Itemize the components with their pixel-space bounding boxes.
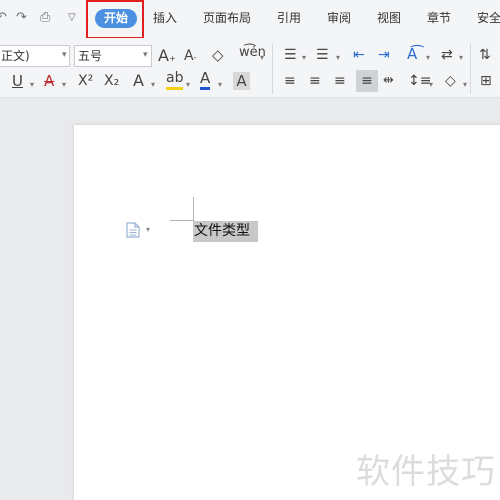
clear-format-button[interactable]: ◇: [212, 46, 224, 64]
paragraph-shading-icon[interactable]: ◇: [445, 72, 456, 90]
chevron-down-icon[interactable]: ▾: [143, 50, 148, 60]
numbered-list-icon[interactable]: ☰: [316, 46, 329, 64]
distributed-align-icon[interactable]: ⇹: [383, 72, 394, 90]
chinese-layout-icon[interactable]: A͡: [407, 45, 417, 63]
text-effect-button[interactable]: A: [133, 72, 144, 90]
char-shading-button[interactable]: A: [233, 72, 250, 90]
chevron-down-icon[interactable]: ▾: [146, 225, 150, 234]
redo-icon[interactable]: ↷: [16, 9, 27, 27]
strikethrough-button[interactable]: A: [44, 72, 54, 90]
wps-writer-window: ↶ ↷ ⎙ ▽ 开始 插入 页面布局 引用 审阅 视图 章节 安全 正文) ▾ …: [0, 0, 500, 500]
chevron-down-icon[interactable]: ▾: [218, 76, 222, 94]
align-right-icon[interactable]: ≡: [334, 72, 346, 90]
chevron-down-icon[interactable]: ▾: [62, 50, 67, 60]
menu-tab-bar: ↶ ↷ ⎙ ▽ 开始 插入 页面布局 引用 审阅 视图 章节 安全: [0, 0, 500, 39]
highlight-button[interactable]: ab: [166, 70, 184, 90]
align-justify-icon[interactable]: ≡: [356, 70, 378, 92]
chevron-down-icon[interactable]: ▾: [62, 76, 66, 94]
font-name-select[interactable]: 正文): [0, 45, 70, 67]
chevron-down-icon[interactable]: ▾: [260, 49, 264, 67]
margin-corner-mark: [170, 220, 194, 221]
decrease-indent-icon[interactable]: ⇤: [353, 46, 365, 64]
line-spacing-icon[interactable]: ↕≡: [408, 72, 431, 90]
align-center-icon[interactable]: ≡: [309, 72, 321, 90]
align-left-icon[interactable]: ≡: [284, 72, 296, 90]
chevron-down-icon[interactable]: ▾: [186, 76, 190, 94]
chevron-down-icon[interactable]: ▾: [151, 76, 155, 94]
chevron-down-icon[interactable]: ▾: [30, 76, 34, 94]
sort-icon[interactable]: ⇅: [479, 46, 491, 64]
font-color-button[interactable]: A: [200, 70, 211, 90]
tab-insert[interactable]: 插入: [153, 10, 177, 26]
watermark: 软件技巧: [356, 452, 496, 492]
chevron-down-icon[interactable]: ▾: [302, 49, 306, 67]
tab-references[interactable]: 引用: [277, 10, 301, 26]
undo-icon[interactable]: ↶: [0, 9, 7, 27]
tab-review[interactable]: 审阅: [327, 10, 351, 26]
chevron-down-icon[interactable]: ▾: [426, 49, 430, 67]
grow-font-button[interactable]: A+: [158, 47, 176, 68]
ribbon-divider: [470, 44, 471, 94]
tab-page-layout[interactable]: 页面布局: [203, 10, 251, 26]
chevron-down-icon[interactable]: ▾: [429, 76, 433, 94]
tab-chapter[interactable]: 章节: [427, 10, 451, 26]
document-icon[interactable]: [126, 222, 140, 238]
selected-text[interactable]: 文件类型: [193, 221, 258, 242]
chevron-down-icon[interactable]: ▾: [463, 76, 467, 94]
bullet-list-icon[interactable]: ☰: [284, 46, 297, 64]
chevron-down-icon[interactable]: ▾: [459, 49, 463, 67]
chevron-down-icon[interactable]: ▾: [336, 49, 340, 67]
chevron-down-icon[interactable]: ▽: [68, 9, 76, 27]
border-icon[interactable]: ⊞: [480, 72, 492, 90]
font-size-select[interactable]: 五号: [74, 45, 152, 67]
tab-home[interactable]: 开始: [95, 9, 137, 28]
superscript-button[interactable]: X²: [78, 72, 93, 90]
underline-button[interactable]: U: [12, 72, 23, 90]
margin-corner-mark: [193, 197, 194, 221]
show-hide-marks-icon[interactable]: ⇄: [441, 46, 453, 64]
print-icon[interactable]: ⎙: [40, 9, 50, 27]
subscript-button[interactable]: X₂: [104, 72, 119, 90]
tab-security[interactable]: 安全: [477, 10, 500, 26]
ribbon-divider: [272, 44, 273, 94]
tab-view[interactable]: 视图: [377, 10, 401, 26]
increase-indent-icon[interactable]: ⇥: [378, 46, 390, 64]
shrink-font-button[interactable]: A-: [184, 47, 196, 67]
